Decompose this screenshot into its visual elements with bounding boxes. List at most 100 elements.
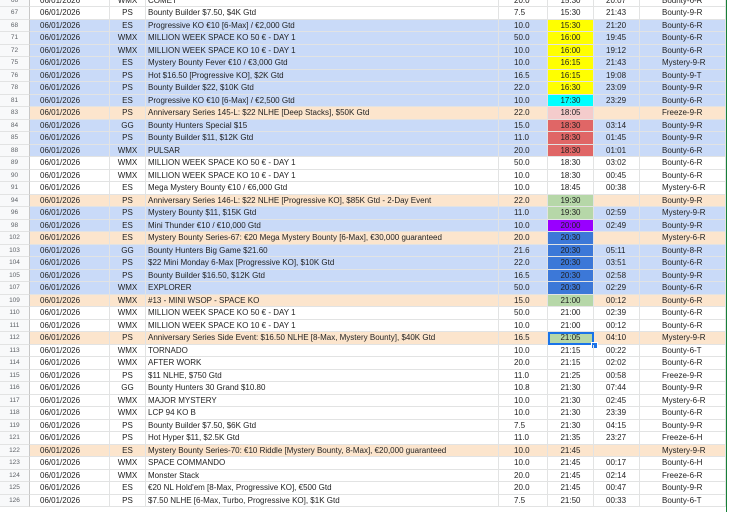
date-cell[interactable]: 06/01/2026 [30,457,110,470]
end-time-cell[interactable]: 23:29 [594,94,640,107]
date-cell[interactable]: 06/01/2026 [30,232,110,245]
end-time-cell[interactable]: 00:47 [594,482,640,495]
start-time-cell[interactable]: 21:35 [548,432,594,445]
site-cell[interactable]: PS [110,69,146,82]
date-cell[interactable]: 06/01/2026 [30,244,110,257]
tournament-name-cell[interactable]: MILLION WEEK SPACE KO 10 € - DAY 1 [146,44,499,57]
site-cell[interactable]: WMX [110,32,146,45]
buyin-cell[interactable]: 20.0 [499,482,548,495]
type-cell[interactable]: Bounty-6-R [640,94,726,107]
tournament-name-cell[interactable]: Progressive KO €10 [6-Max] / €2,500 Gtd [146,94,499,107]
start-time-cell[interactable]: 15:30 [548,0,594,7]
date-cell[interactable]: 06/01/2026 [30,32,110,45]
tournament-name-cell[interactable]: $7.50 NLHE [6-Max, Turbo, Progressive KO… [146,494,499,507]
type-cell[interactable]: Bounty-6-R [640,307,726,320]
buyin-cell[interactable]: 10.0 [499,457,548,470]
type-cell[interactable]: Mystery-9-R [640,57,726,70]
start-time-cell[interactable]: 18:30 [548,119,594,132]
type-cell[interactable]: Bounty-6-R [640,44,726,57]
tournament-name-cell[interactable]: Bounty Hunters 30 Grand $10.80 [146,382,499,395]
date-cell[interactable]: 06/01/2026 [30,169,110,182]
tournament-name-cell[interactable]: Bounty Hunters Special $15 [146,119,499,132]
type-cell[interactable]: Bounty-9-R [640,194,726,207]
end-time-cell[interactable]: 03:51 [594,257,640,270]
site-cell[interactable]: WMX [110,157,146,170]
type-cell[interactable]: Bounty-9-R [640,7,726,20]
date-cell[interactable]: 06/01/2026 [30,0,110,7]
date-cell[interactable]: 06/01/2026 [30,207,110,220]
end-time-cell[interactable]: 21:20 [594,19,640,32]
site-cell[interactable]: WMX [110,469,146,482]
type-cell[interactable]: Bounty-6-H [640,457,726,470]
start-time-cell[interactable]: 18:30 [548,144,594,157]
type-cell[interactable]: Bounty-6-R [640,0,726,7]
site-cell[interactable]: PS [110,194,146,207]
buyin-cell[interactable]: 50.0 [499,32,548,45]
date-cell[interactable]: 06/01/2026 [30,144,110,157]
start-time-cell[interactable]: 20:30 [548,257,594,270]
start-time-cell[interactable]: 18:45 [548,182,594,195]
tournament-name-cell[interactable]: $22 Mini Monday 6-Max [Progressive KO], … [146,257,499,270]
buyin-cell[interactable]: 10.0 [499,394,548,407]
start-time-cell[interactable]: 21:50 [548,494,594,507]
tournament-name-cell[interactable]: Bounty Builder $16.50, $12K Gtd [146,269,499,282]
tournament-name-cell[interactable]: COMET [146,0,499,7]
end-time-cell[interactable]: 02:02 [594,357,640,370]
buyin-cell[interactable]: 7.5 [499,419,548,432]
end-time-cell[interactable]: 01:01 [594,144,640,157]
type-cell[interactable]: Freeze-6-H [640,432,726,445]
date-cell[interactable]: 06/01/2026 [30,157,110,170]
buyin-cell[interactable]: 16.5 [499,269,548,282]
date-cell[interactable]: 06/01/2026 [30,482,110,495]
tournament-name-cell[interactable]: Anniversary Series Side Event: $16.50 NL… [146,332,499,345]
start-time-cell[interactable]: 21:45 [548,444,594,457]
date-cell[interactable]: 06/01/2026 [30,82,110,95]
type-cell[interactable]: Mystery-6-R [640,394,726,407]
end-time-cell[interactable]: 00:12 [594,319,640,332]
site-cell[interactable]: WMX [110,282,146,295]
date-cell[interactable]: 06/01/2026 [30,419,110,432]
tournament-name-cell[interactable]: Mystery Bounty Series-67: €20 Mega Myste… [146,232,499,245]
start-time-cell[interactable]: 17:30 [548,94,594,107]
tournament-name-cell[interactable]: LCP 94 KO B [146,407,499,420]
tournament-name-cell[interactable]: Mystery Bounty Series-70: €10 Riddle [My… [146,444,499,457]
site-cell[interactable]: WMX [110,394,146,407]
date-cell[interactable]: 06/01/2026 [30,407,110,420]
site-cell[interactable]: GG [110,382,146,395]
end-time-cell[interactable] [594,107,640,120]
type-cell[interactable]: Mystery-9-R [640,207,726,220]
site-cell[interactable]: PS [110,494,146,507]
end-time-cell[interactable]: 04:15 [594,419,640,432]
date-cell[interactable]: 06/01/2026 [30,369,110,382]
tournament-name-cell[interactable]: Monster Stack [146,469,499,482]
buyin-cell[interactable]: 16.5 [499,69,548,82]
date-cell[interactable]: 06/01/2026 [30,107,110,120]
end-time-cell[interactable]: 04:10 [594,332,640,345]
end-time-cell[interactable]: 03:02 [594,157,640,170]
start-time-cell[interactable]: 18:30 [548,157,594,170]
site-cell[interactable]: WMX [110,294,146,307]
tournament-name-cell[interactable]: Bounty Builder $11, $12K Gtd [146,132,499,145]
date-cell[interactable]: 06/01/2026 [30,357,110,370]
buyin-cell[interactable]: 20.0 [499,0,548,7]
site-cell[interactable]: PS [110,432,146,445]
start-time-cell[interactable]: 21:30 [548,394,594,407]
tournament-name-cell[interactable]: Bounty Hunters Big Game $21.60 [146,244,499,257]
tournament-name-cell[interactable]: MAJOR MYSTERY [146,394,499,407]
tournament-name-cell[interactable]: Mini Thunder €10 / €10,000 Gtd [146,219,499,232]
buyin-cell[interactable]: 10.0 [499,94,548,107]
site-cell[interactable]: PS [110,82,146,95]
type-cell[interactable]: Bounty-6-T [640,494,726,507]
type-cell[interactable]: Bounty-8-R [640,244,726,257]
tournament-name-cell[interactable]: MILLION WEEK SPACE KO 50 € - DAY 1 [146,307,499,320]
site-cell[interactable]: PS [110,7,146,20]
site-cell[interactable]: ES [110,232,146,245]
type-cell[interactable]: Bounty-6-R [640,169,726,182]
type-cell[interactable]: Freeze-9-R [640,369,726,382]
buyin-cell[interactable]: 15.0 [499,294,548,307]
end-time-cell[interactable]: 23:27 [594,432,640,445]
end-time-cell[interactable]: 23:39 [594,407,640,420]
start-time-cell[interactable]: 16:00 [548,44,594,57]
start-time-cell[interactable]: 20:30 [548,282,594,295]
date-cell[interactable]: 06/01/2026 [30,194,110,207]
